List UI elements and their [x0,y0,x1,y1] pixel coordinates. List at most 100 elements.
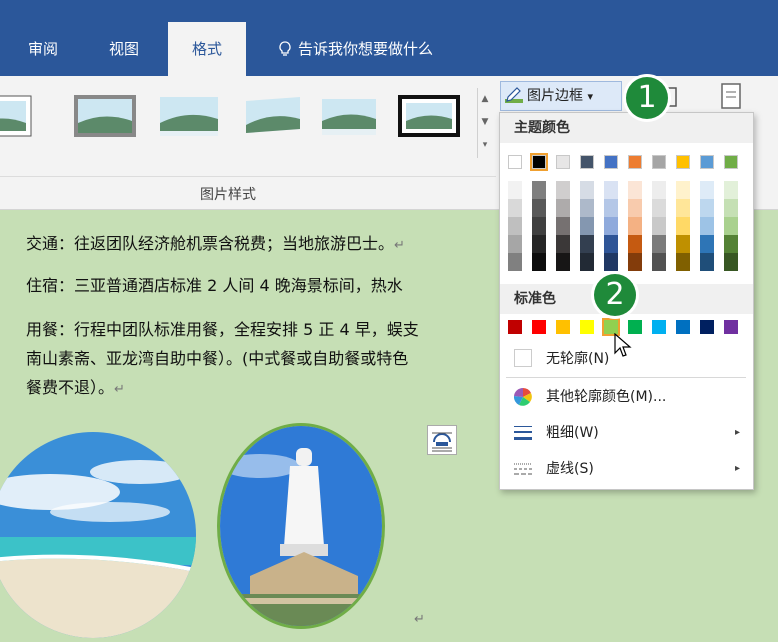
beach-photo[interactable] [0,432,196,638]
standard-color-swatch[interactable] [532,320,546,334]
theme-shade-swatch[interactable] [580,181,594,199]
theme-shade-swatch[interactable] [556,235,570,253]
theme-shade-swatch[interactable] [556,217,570,235]
theme-shade-swatch[interactable] [700,181,714,199]
theme-shade-swatch[interactable] [724,235,738,253]
theme-color-swatch[interactable] [652,155,666,169]
tab-view[interactable]: 视图 [107,22,141,76]
theme-shade-swatch[interactable] [676,235,690,253]
theme-shade-swatch[interactable] [532,217,546,235]
theme-shade-swatch[interactable] [652,199,666,217]
theme-color-swatch[interactable] [724,155,738,169]
theme-shade-swatch[interactable] [508,181,522,199]
theme-color-swatch[interactable] [604,155,618,169]
theme-shade-swatch[interactable] [532,253,546,271]
theme-shade-swatch[interactable] [700,253,714,271]
theme-shade-swatch[interactable] [676,253,690,271]
standard-color-swatch[interactable] [724,320,738,334]
theme-shade-swatch[interactable] [580,235,594,253]
line-weight-icon [514,426,532,440]
theme-color-swatch[interactable] [530,153,548,171]
scroll-down-icon[interactable]: ▼ [478,111,492,134]
standard-color-swatch[interactable] [602,318,620,336]
theme-shade-swatch[interactable] [508,235,522,253]
picture-style-thumb[interactable] [0,95,32,137]
menu-divider [506,377,746,378]
gallery-scroll[interactable]: ▲ ▼ ▾ [477,88,492,158]
tell-me-box[interactable]: 告诉我你想要做什么 [278,22,433,76]
theme-shade-swatch[interactable] [628,253,642,271]
theme-color-swatch[interactable] [508,155,522,169]
theme-shade-swatch[interactable] [532,181,546,199]
dashes-item[interactable]: 虚线(S) ▸ [510,455,746,483]
theme-shade-swatch[interactable] [508,199,522,217]
standard-color-swatch[interactable] [700,320,714,334]
standard-color-swatch[interactable] [676,320,690,334]
theme-color-swatch[interactable] [700,155,714,169]
theme-shade-swatch[interactable] [532,235,546,253]
theme-shade-swatch[interactable] [604,235,618,253]
scroll-up-icon[interactable]: ▲ [478,88,492,111]
theme-color-swatch[interactable] [628,155,642,169]
picture-style-thumb[interactable] [318,95,380,137]
theme-shade-swatch[interactable] [628,199,642,217]
theme-shade-swatch[interactable] [652,235,666,253]
picture-layout-icon[interactable] [718,82,744,112]
weight-item[interactable]: 粗细(W) ▸ [510,419,746,447]
theme-shade-swatch[interactable] [676,199,690,217]
picture-style-thumb-selected[interactable] [398,95,460,137]
theme-shade-swatch[interactable] [556,199,570,217]
tab-review[interactable]: 审阅 [26,22,60,76]
picture-style-thumb[interactable] [158,95,220,137]
layout-options-icon[interactable] [427,425,457,455]
theme-shade-swatch[interactable] [628,235,642,253]
tab-format[interactable]: 格式 [168,22,247,76]
standard-color-swatch[interactable] [580,320,594,334]
theme-shade-swatch[interactable] [556,253,570,271]
theme-shade-swatch[interactable] [508,253,522,271]
standard-color-swatch[interactable] [628,320,642,334]
standard-color-swatch[interactable] [556,320,570,334]
theme-shade-swatch[interactable] [604,181,618,199]
theme-shade-swatch[interactable] [580,199,594,217]
theme-shade-swatch[interactable] [604,199,618,217]
theme-shade-swatch[interactable] [580,253,594,271]
picture-style-thumb[interactable] [242,95,304,137]
theme-shade-swatch[interactable] [700,199,714,217]
theme-shade-swatch[interactable] [532,199,546,217]
theme-shade-swatch[interactable] [508,217,522,235]
theme-shade-swatch[interactable] [700,235,714,253]
theme-shade-swatch[interactable] [556,181,570,199]
theme-shade-swatch[interactable] [604,253,618,271]
statue-photo[interactable] [217,423,385,629]
theme-shade-swatch[interactable] [676,217,690,235]
more-outline-colors-item[interactable]: 其他轮廓颜色(M)... [510,383,746,411]
theme-color-swatch[interactable] [556,155,570,169]
paragraph-lodging: 住宿：三亚普通酒店标准 2 人间 4 晚海景标间，热水 [26,276,403,295]
theme-shade-swatch[interactable] [724,199,738,217]
theme-shade-swatch[interactable] [580,217,594,235]
theme-color-swatch[interactable] [580,155,594,169]
theme-shade-swatch[interactable] [652,217,666,235]
picture-border-button[interactable]: 图片边框 ▾ [500,81,622,111]
standard-color-swatch[interactable] [652,320,666,334]
theme-shade-swatch[interactable] [700,217,714,235]
submenu-arrow-icon: ▸ [734,427,740,438]
theme-color-swatch[interactable] [676,155,690,169]
theme-shade-swatch[interactable] [676,181,690,199]
picture-style-thumb[interactable] [74,95,136,137]
standard-color-swatch[interactable] [508,320,522,334]
theme-shade-swatch[interactable] [724,181,738,199]
theme-shade-swatch[interactable] [724,217,738,235]
theme-shade-swatch[interactable] [652,181,666,199]
paragraph-meals: 用餐：行程中团队标准用餐，全程安排 5 正 4 早，蜈支 [26,320,419,339]
submenu-arrow-icon: ▸ [734,463,740,474]
theme-shade-swatch[interactable] [652,253,666,271]
return-mark: ↵ [114,382,125,397]
return-mark: ↵ [414,612,425,627]
theme-shade-swatch[interactable] [628,217,642,235]
theme-shade-swatch[interactable] [724,253,738,271]
gallery-expand-icon[interactable]: ▾ [478,134,492,157]
theme-shade-swatch[interactable] [604,217,618,235]
theme-shade-swatch[interactable] [628,181,642,199]
